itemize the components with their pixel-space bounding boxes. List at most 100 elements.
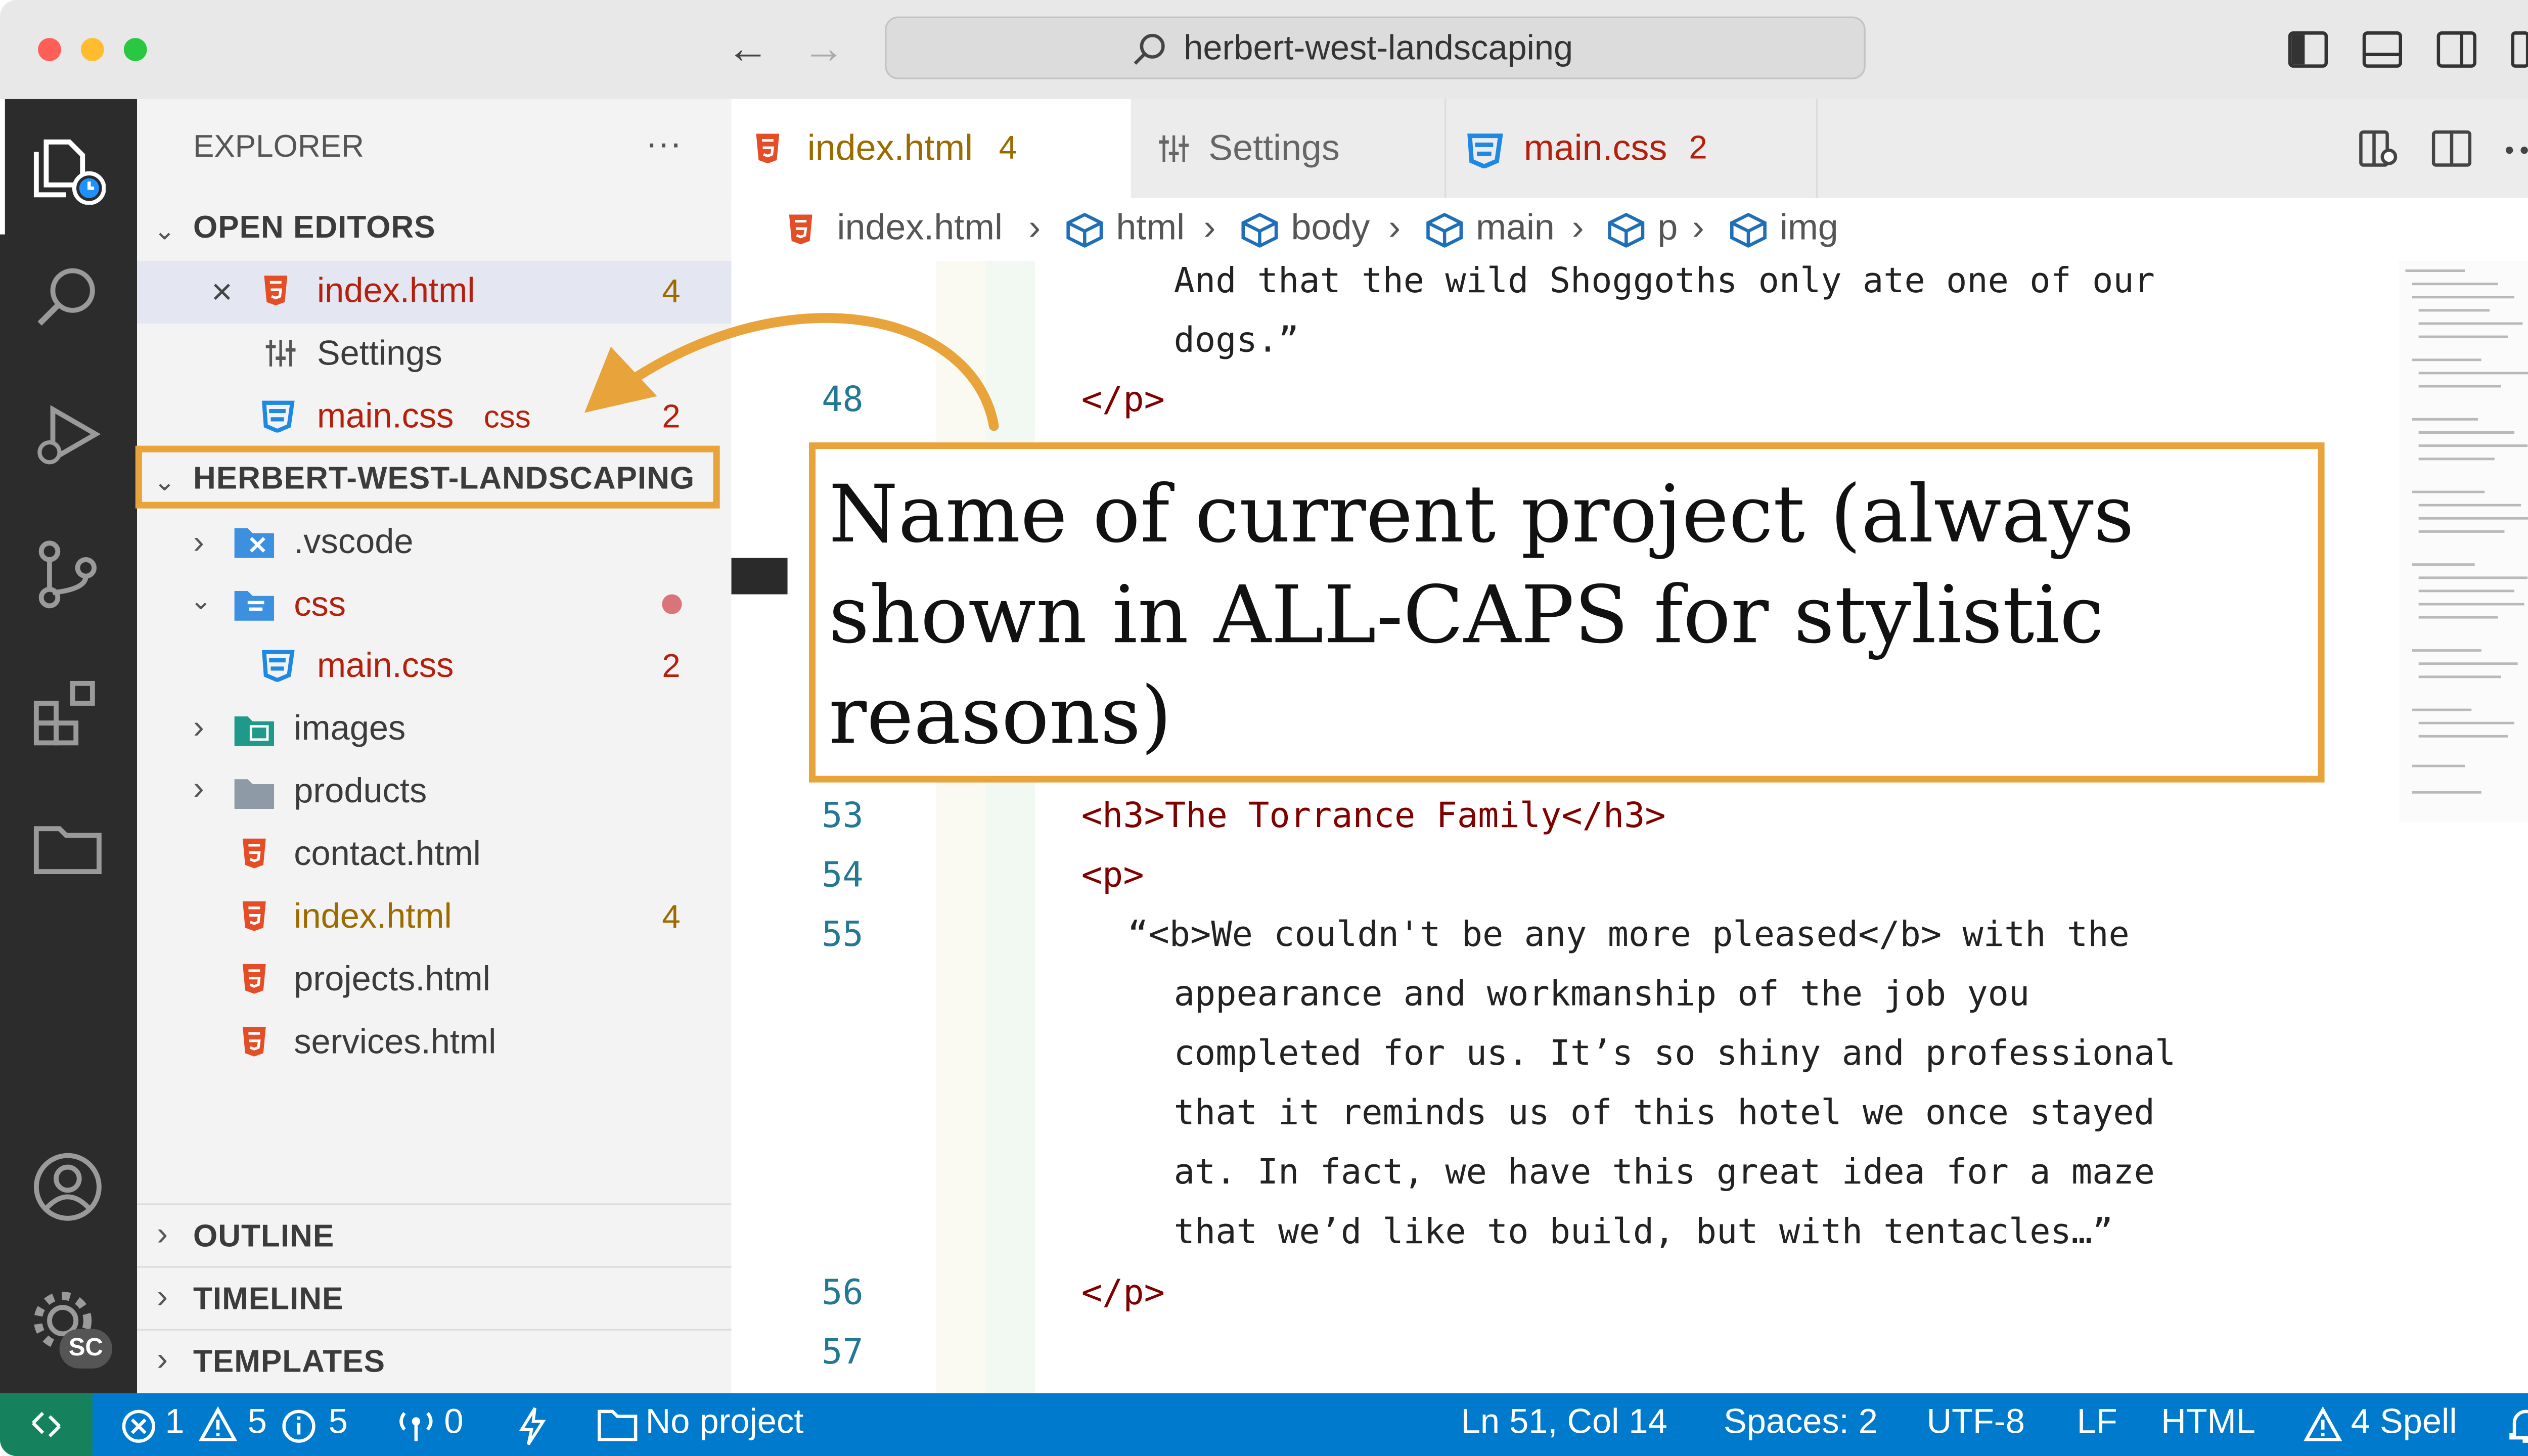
templates-panel-heading[interactable]: TEMPLATES bbox=[193, 1345, 385, 1382]
chevron-down-icon[interactable]: ⌄ bbox=[190, 584, 212, 617]
search-view-icon[interactable] bbox=[30, 261, 106, 337]
bell-icon[interactable] bbox=[2508, 1406, 2528, 1446]
timeline-panel-heading[interactable]: TIMELINE bbox=[193, 1283, 343, 1319]
tab-settings[interactable]: Settings bbox=[1131, 99, 1447, 198]
code-line: </p> bbox=[1081, 380, 1165, 420]
chevron-right-icon: › bbox=[1203, 206, 1216, 248]
warning-count[interactable]: 5 bbox=[248, 1403, 267, 1443]
image-thumbnail bbox=[731, 558, 788, 595]
tree-item-main-css[interactable]: main.css bbox=[317, 647, 454, 687]
encoding[interactable]: UTF-8 bbox=[1927, 1403, 2025, 1443]
remote-indicator[interactable] bbox=[0, 1393, 93, 1456]
code-line: </p> bbox=[1081, 1272, 1165, 1312]
tab-main-css[interactable]: main.css 2 bbox=[1444, 99, 1818, 198]
breadcrumb-main[interactable]: main bbox=[1476, 206, 1555, 249]
warning-icon bbox=[198, 1406, 238, 1441]
explorer-icon[interactable] bbox=[30, 129, 106, 205]
css-file-icon bbox=[1467, 133, 1503, 169]
indentation[interactable]: Spaces: 2 bbox=[1724, 1403, 1878, 1443]
spell-check[interactable]: 4 Spell bbox=[2351, 1403, 2457, 1443]
line-number: 56 bbox=[822, 1272, 864, 1312]
chevron-right-icon: › bbox=[1692, 206, 1704, 248]
breadcrumb-file[interactable]: index.html bbox=[837, 206, 1003, 249]
forward-arrow-icon[interactable]: → bbox=[802, 26, 845, 69]
error-count[interactable]: 1 bbox=[165, 1403, 185, 1443]
chevron-right-icon[interactable]: › bbox=[157, 1280, 168, 1317]
explorer-title: EXPLORER bbox=[193, 130, 364, 165]
back-arrow-icon[interactable]: ← bbox=[727, 26, 770, 69]
code-line: completed for us. It’s so shiny and prof… bbox=[1173, 1033, 2176, 1073]
minimap[interactable] bbox=[2399, 260, 2528, 823]
close-window-button[interactable] bbox=[38, 38, 61, 61]
breadcrumb-p[interactable]: p bbox=[1657, 206, 1678, 249]
code-line: at. In fact, we have this great idea for… bbox=[1173, 1152, 2155, 1192]
end-of-line[interactable]: LF bbox=[2077, 1403, 2117, 1443]
customize-layout-icon[interactable] bbox=[2511, 30, 2528, 69]
chevron-right-icon[interactable]: › bbox=[193, 710, 204, 748]
ports-count[interactable]: 0 bbox=[444, 1403, 463, 1443]
folder-view-icon[interactable] bbox=[30, 809, 106, 885]
lightning-icon[interactable] bbox=[517, 1406, 547, 1446]
cursor-position[interactable]: Ln 51, Col 14 bbox=[1461, 1403, 1667, 1443]
code-line: <h3>The Torrance Family</h3> bbox=[1081, 795, 1666, 836]
toggle-panel-icon[interactable] bbox=[2362, 30, 2403, 69]
html-file-icon bbox=[756, 133, 780, 164]
line-number: 54 bbox=[822, 855, 864, 895]
tree-item-images[interactable]: images bbox=[294, 710, 405, 749]
open-editor-settings[interactable]: Settings bbox=[317, 335, 442, 375]
account-icon[interactable] bbox=[30, 1149, 106, 1225]
tab-label: Settings bbox=[1208, 127, 1340, 169]
divider bbox=[137, 1203, 732, 1205]
html-file-icon bbox=[789, 214, 812, 245]
tab-index-html[interactable]: index.html 4 bbox=[731, 99, 1131, 198]
chevron-right-icon[interactable]: › bbox=[193, 771, 204, 809]
info-count[interactable]: 5 bbox=[329, 1403, 348, 1443]
open-preview-icon[interactable] bbox=[2359, 129, 2399, 168]
settings-sliders-icon bbox=[265, 340, 296, 367]
search-icon bbox=[1134, 33, 1165, 65]
breadcrumb-html[interactable]: html bbox=[1116, 206, 1185, 249]
open-editors-heading[interactable]: OPEN EDITORS bbox=[193, 211, 435, 248]
split-editor-icon[interactable] bbox=[2431, 129, 2472, 168]
tree-item-contact[interactable]: contact.html bbox=[294, 835, 481, 875]
tree-item-css[interactable]: css bbox=[294, 586, 346, 625]
remote-icon bbox=[31, 1412, 61, 1438]
toggle-primary-sidebar-icon[interactable] bbox=[2288, 30, 2328, 69]
broadcast-icon bbox=[399, 1412, 433, 1441]
divider bbox=[137, 1266, 732, 1268]
close-icon[interactable]: × bbox=[211, 271, 233, 314]
tree-item-vscode[interactable]: .vscode bbox=[294, 523, 413, 563]
element-cube-icon bbox=[1066, 212, 1103, 248]
explorer-more-button[interactable]: ··· bbox=[646, 122, 682, 165]
breadcrumb-body[interactable]: body bbox=[1291, 206, 1370, 249]
chevron-right-icon[interactable]: › bbox=[193, 525, 204, 563]
more-actions-icon[interactable] bbox=[2504, 145, 2528, 155]
command-center-search[interactable]: herbert-west-landscaping bbox=[885, 16, 1866, 79]
annotation-text: Name of current project (always shown in… bbox=[829, 469, 2135, 763]
outline-panel-heading[interactable]: OUTLINE bbox=[193, 1220, 334, 1256]
html-file-icon bbox=[242, 838, 266, 869]
account-badge: SC bbox=[59, 1329, 113, 1369]
source-control-icon[interactable] bbox=[30, 535, 106, 611]
minimap-preview bbox=[2405, 269, 2528, 794]
chevron-right-icon: › bbox=[1028, 206, 1041, 248]
run-debug-icon[interactable] bbox=[30, 396, 106, 472]
open-editor-index[interactable]: index.html bbox=[317, 272, 475, 312]
tree-item-index[interactable]: index.html bbox=[294, 898, 452, 937]
html-file-icon bbox=[242, 901, 266, 931]
chevron-down-icon[interactable]: ⌄ bbox=[154, 214, 176, 247]
extensions-icon[interactable] bbox=[30, 673, 106, 749]
tree-item-products[interactable]: products bbox=[294, 772, 427, 812]
project-status[interactable]: No project bbox=[646, 1403, 804, 1443]
language-mode[interactable]: HTML bbox=[2161, 1403, 2255, 1443]
toggle-secondary-sidebar-icon[interactable] bbox=[2436, 30, 2476, 69]
code-line: <p> bbox=[1081, 855, 1144, 895]
breadcrumb-img[interactable]: img bbox=[1780, 206, 1838, 249]
tree-item-projects[interactable]: projects.html bbox=[294, 961, 490, 1000]
minimize-window-button[interactable] bbox=[80, 38, 104, 61]
chevron-right-icon[interactable]: › bbox=[157, 1342, 168, 1380]
tree-item-services[interactable]: services.html bbox=[294, 1023, 496, 1063]
chevron-right-icon[interactable]: › bbox=[157, 1217, 168, 1255]
open-editor-main-css[interactable]: main.css bbox=[317, 398, 454, 437]
zoom-window-button[interactable] bbox=[123, 38, 147, 61]
